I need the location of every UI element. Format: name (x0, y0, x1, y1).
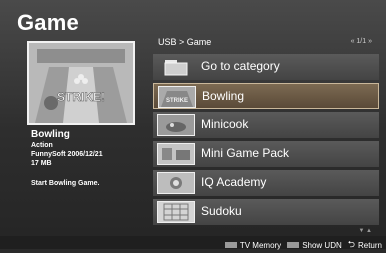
svg-text:STRIKE: STRIKE (166, 98, 188, 104)
gray-key-icon (287, 242, 300, 248)
item-name: Bowling (31, 129, 70, 140)
bowling-thumb-icon: STRIKE (158, 86, 196, 108)
list-item-label: Sudoku (201, 204, 242, 218)
list-item-label: Mini Game Pack (201, 146, 290, 160)
list-item-go-to-category[interactable]: Go to category (153, 54, 379, 80)
bottom-bar: TV Memory Show UDN ⮌ Return (0, 236, 386, 250)
list-item-sudoku[interactable]: Sudoku (153, 199, 379, 225)
list-item-label: Go to category (201, 59, 280, 73)
left-panel: Game STRIKE! Bowling Action FunnySoft 20… (7, 0, 142, 236)
svg-text:STRIKE!: STRIKE! (57, 90, 105, 104)
item-size: 17 MB (31, 160, 52, 167)
show-udn-key[interactable]: Show UDN (287, 241, 342, 250)
list-item-mini-game-pack[interactable]: Mini Game Pack (153, 141, 379, 167)
page-title: Game (17, 10, 79, 35)
tv-memory-label: TV Memory (239, 240, 282, 250)
bowling-preview-image: STRIKE! (29, 43, 133, 123)
item-genre: Action (31, 142, 53, 149)
list-item-label: Minicook (201, 117, 249, 131)
item-info: Bowling Action FunnySoft 2006/12/21 17 M… (31, 128, 103, 188)
return-icon: ⮌ (347, 239, 355, 249)
scroll-indicator[interactable]: ▼ ▲ (358, 228, 372, 234)
tv-memory-key[interactable]: TV Memory (224, 240, 282, 250)
list-item-bowling[interactable]: STRIKE Bowling (153, 83, 379, 109)
list-item-label: Bowling (202, 89, 245, 103)
right-panel: USB > Game « 1/1 » Go to category STRIKE… (150, 28, 380, 236)
list-item-label: IQ Academy (201, 175, 267, 189)
gray-key-icon (224, 242, 237, 248)
return-label: Return (357, 240, 382, 250)
minicook-thumb-icon (157, 114, 195, 136)
iqacademy-thumb-icon (157, 172, 195, 194)
breadcrumb: USB > Game (158, 37, 212, 47)
file-list: Go to category STRIKE Bowling Minicook M… (153, 54, 379, 228)
minigame-thumb-icon (157, 143, 195, 165)
list-item-iq-academy[interactable]: IQ Academy (153, 170, 379, 196)
folder-icon (157, 56, 195, 78)
list-item-minicook[interactable]: Minicook (153, 112, 379, 138)
return-key[interactable]: ⮌ Return (348, 237, 382, 253)
sudoku-thumb-icon (157, 201, 195, 223)
page-indicator[interactable]: « 1/1 » (351, 38, 372, 45)
item-publisher-date: FunnySoft 2006/12/21 (31, 151, 103, 158)
item-description: Start Bowling Game. (31, 180, 100, 187)
show-udn-label: Show UDN (302, 240, 342, 250)
preview-thumbnail: STRIKE! (27, 41, 135, 125)
key-legend: TV Memory Show UDN ⮌ Return (224, 237, 382, 253)
